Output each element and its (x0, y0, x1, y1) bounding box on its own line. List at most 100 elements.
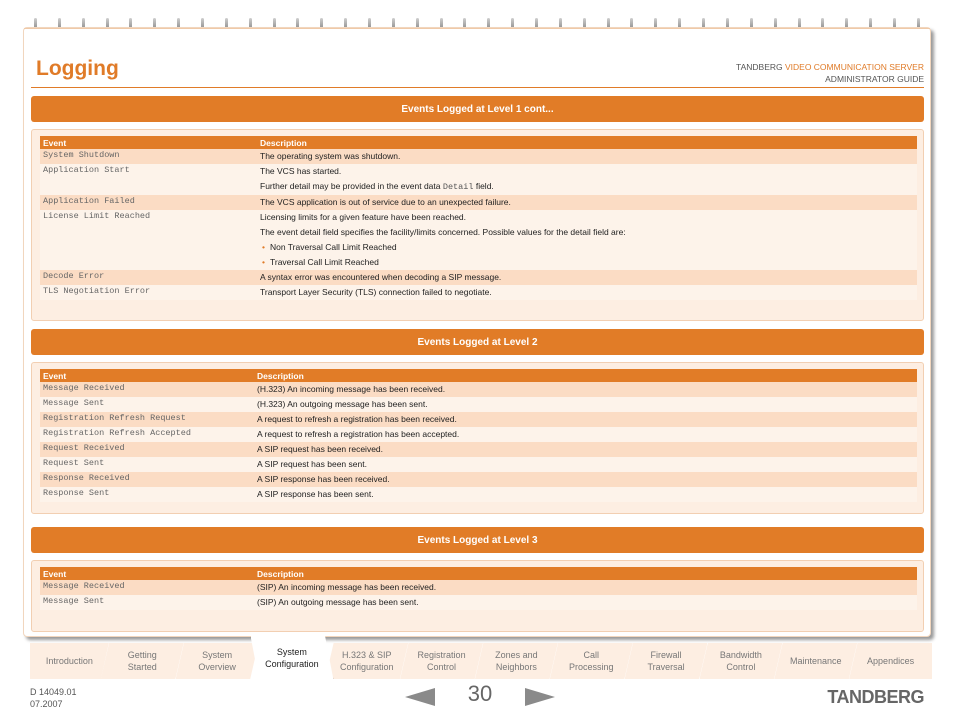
column-header-event: Event (40, 136, 257, 149)
table-row: Registration Refresh Accepted A request t… (40, 427, 917, 442)
events-table-level-2: Event Description Message Received (H.323… (40, 369, 917, 502)
description-text: The event detail field specifies the fac… (260, 227, 626, 237)
tab-call-processing[interactable]: Call Processing (549, 643, 633, 679)
description-text: A request to refresh a registration has … (257, 429, 460, 439)
event-description: A request to refresh a registration has … (254, 427, 917, 442)
tab-h-323-sip-configuration[interactable]: H.323 & SIP Configuration (325, 643, 409, 679)
page-title: Logging (36, 57, 119, 80)
header-rule (31, 87, 924, 88)
description-text: A request to refresh a registration has … (257, 414, 457, 424)
event-description: A SIP response has been sent. (254, 487, 917, 502)
document-page: Logging TANDBERG VIDEO COMMUNICATION SER… (23, 27, 931, 637)
event-name: Response Received (40, 472, 254, 487)
section-header-level-2: Events Logged at Level 2 (31, 329, 924, 355)
tab-label-line2: Configuration (339, 662, 394, 672)
column-header-description: Description (254, 369, 917, 382)
column-header-description: Description (254, 567, 917, 580)
guide-header: TANDBERG VIDEO COMMUNICATION SERVER ADMI… (736, 61, 924, 85)
chapter-tabs: Introduction Getting Started System Overview… (30, 636, 932, 681)
bullet-text: Non Traversal Call Limit Reached (269, 242, 397, 252)
tab-bandwidth-control[interactable]: Bandwidth Control (699, 643, 783, 679)
next-page-arrow-icon[interactable] (525, 688, 555, 706)
event-name: Registration Refresh Request (40, 412, 254, 427)
guide-type: ADMINISTRATOR GUIDE (825, 74, 924, 84)
tab-system-configuration[interactable]: System Configuration (250, 636, 334, 679)
tab-system-overview[interactable]: System Overview (175, 643, 259, 679)
table-row: Registration Refresh Request A request to… (40, 412, 917, 427)
event-name: Message Received (40, 382, 254, 397)
column-header-event: Event (40, 369, 254, 382)
event-name: Application Failed (40, 195, 257, 210)
description-text: A SIP request has been received. (257, 444, 384, 454)
tab-label: Maintenance (790, 655, 842, 667)
tab-introduction[interactable]: Introduction (30, 643, 109, 679)
column-header-event: Event (40, 567, 254, 580)
table-row: Message Sent (H.323) An outgoing message … (40, 397, 917, 412)
tab-label-line1: Call (583, 650, 599, 660)
events-table-level-1: Event Description System Shutdown The ope… (40, 136, 917, 300)
event-name: System Shutdown (40, 149, 257, 164)
event-description: (H.323) An incoming message has been rec… (254, 382, 917, 397)
description-text: (SIP) An outgoing message has been sent. (257, 597, 419, 607)
tab-label-line1: H.323 & SIP (341, 650, 392, 660)
tab-label: Firewall Traversal (647, 649, 684, 673)
section-box-level-1: Event Description System Shutdown The ope… (31, 129, 924, 321)
event-name: License Limit Reached (40, 210, 257, 270)
tab-firewall-traversal[interactable]: Firewall Traversal (624, 643, 708, 679)
table-row: Message Sent (SIP) An outgoing message ha… (40, 595, 917, 610)
tab-label-line2: Traversal (647, 662, 685, 672)
description-text: A SIP request has been sent. (257, 459, 367, 469)
table-row: License Limit Reached Licensing limits fo… (40, 210, 917, 270)
description-text: The VCS application is out of service du… (260, 197, 511, 207)
section-header-level-1: Events Logged at Level 1 cont... (31, 96, 924, 122)
tab-label: Call Processing (569, 649, 614, 673)
guide-prefix: TANDBERG (736, 62, 785, 72)
description-text: (H.323) An incoming message has been rec… (257, 384, 446, 394)
event-description: The operating system was shutdown. (257, 149, 917, 164)
tab-label: System Configuration (265, 646, 319, 670)
tab-label: H.323 & SIP Configuration (340, 649, 394, 673)
table-header-row: Event Description (40, 567, 917, 580)
tab-getting-started[interactable]: Getting Started (100, 643, 184, 679)
description-text: Transport Layer Security (TLS) connectio… (260, 287, 492, 297)
tab-label-line1: System (276, 646, 307, 657)
description-text: The VCS has started. (260, 166, 342, 176)
tab-label-line1: Introduction (45, 656, 93, 666)
event-description: A syntax error was encountered when deco… (257, 270, 917, 285)
table-row: Message Received (H.323) An incoming mess… (40, 382, 917, 397)
tab-maintenance[interactable]: Maintenance (774, 643, 858, 679)
brand-logo: TANDBERG (827, 687, 924, 707)
event-name: Response Sent (40, 487, 254, 502)
guide-product: VIDEO COMMUNICATION SERVER (784, 62, 924, 72)
bullet-icon: • (262, 242, 265, 252)
table-header-row: Event Description (40, 369, 917, 382)
table-row: Request Received A SIP request has been r… (40, 442, 917, 457)
tab-label: Appendices (867, 655, 914, 667)
tab-label: System Overview (198, 649, 236, 673)
tab-label-line1: System (202, 650, 233, 660)
description-text: A SIP response has been sent. (257, 489, 374, 499)
tab-zones-and-neighbors[interactable]: Zones and Neighbors (475, 643, 558, 679)
tab-registration-control[interactable]: Registration Control (400, 643, 483, 679)
event-name: Request Sent (40, 457, 254, 472)
tab-label-line1: Bandwidth (719, 650, 762, 660)
event-name: Decode Error (40, 270, 257, 285)
bullet-item: • Traversal Call Limit Reached (260, 255, 914, 270)
event-name: Request Received (40, 442, 254, 457)
tab-label-line2: Processing (568, 662, 614, 672)
tab-appendices[interactable]: Appendices (849, 643, 932, 679)
section-header-level-3: Events Logged at Level 3 (31, 527, 924, 553)
section-box-level-2: Event Description Message Received (H.323… (31, 362, 924, 514)
description-text: (SIP) An incoming message has been recei… (257, 582, 437, 592)
tab-label: Bandwidth Control (720, 649, 762, 673)
detail-text: Further detail may be provided in the ev… (260, 181, 443, 191)
table-row: Response Received A SIP response has been… (40, 472, 917, 487)
event-description: The VCS has started. Further detail may b… (257, 164, 917, 195)
event-name: Message Sent (40, 397, 254, 412)
tab-label: Introduction (46, 655, 93, 667)
bullet-icon: • (262, 257, 265, 267)
event-description: A SIP request has been sent. (254, 457, 917, 472)
event-name: TLS Negotiation Error (40, 285, 257, 300)
event-name: Application Start (40, 164, 257, 195)
description-text: A SIP response has been received. (257, 474, 390, 484)
